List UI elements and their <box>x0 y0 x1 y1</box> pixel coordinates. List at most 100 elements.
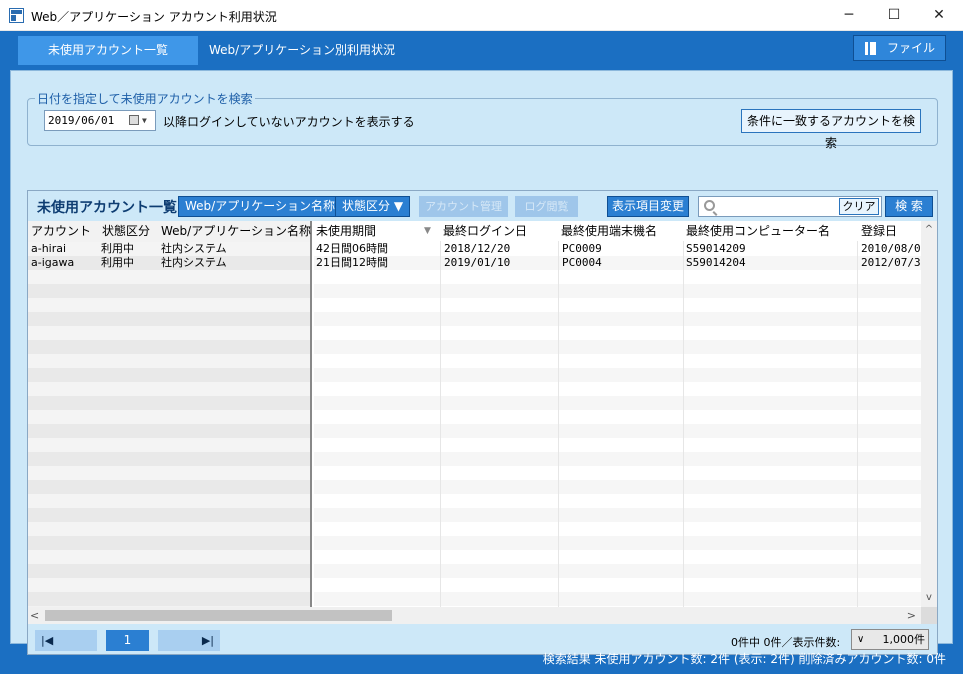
column-header-terminal[interactable]: 最終使用端末機名 <box>561 221 681 241</box>
cell-computer: S59014204 <box>686 256 746 269</box>
column-divider <box>683 241 684 607</box>
cell-unused-period: 42日間06時間 <box>316 242 388 255</box>
vertical-scrollbar[interactable]: ^ v <box>921 221 937 607</box>
table-row[interactable]: a-hirai 利用中 社内システム <box>28 242 312 256</box>
row-stripe <box>314 368 921 382</box>
webapp-filter-dropdown[interactable]: Web/アプリケーション名称 ▼ <box>178 196 356 217</box>
main-area: 未使用アカウント一覧 Web/アプリケーション別利用状況 ファイル 日付を指定し… <box>0 31 963 674</box>
search-input[interactable]: クリア <box>698 196 882 217</box>
date-value: 2019/06/01 <box>48 114 115 127</box>
scroll-corner <box>921 607 937 624</box>
row-stripe <box>28 480 310 494</box>
row-stripe <box>314 466 921 480</box>
row-stripe <box>314 382 921 396</box>
row-stripe <box>28 312 310 326</box>
clear-button[interactable]: クリア <box>839 198 879 215</box>
row-stripe <box>314 536 921 550</box>
row-stripe <box>314 480 921 494</box>
row-stripe <box>28 508 310 522</box>
row-stripe <box>28 522 310 536</box>
search-by-condition-button[interactable]: 条件に一致するアカウントを検索 <box>741 109 921 150</box>
row-stripe <box>28 270 310 284</box>
table-row[interactable]: 42日間06時間 2018/12/20 PC0009 S59014209 201… <box>314 242 921 256</box>
first-page-button[interactable]: |◀ <box>35 630 97 651</box>
row-stripe <box>28 452 310 466</box>
calendar-icon[interactable] <box>129 115 139 125</box>
scroll-up-icon[interactable]: ^ <box>921 221 937 237</box>
row-stripe <box>314 284 921 298</box>
row-stripe <box>314 340 921 354</box>
last-page-button[interactable]: ▶| <box>158 630 220 651</box>
date-picker[interactable]: 2019/06/01 ▼ <box>44 110 156 131</box>
maximize-button[interactable]: ☐ <box>874 4 914 28</box>
tab-unused-accounts[interactable]: 未使用アカウント一覧 <box>18 36 198 65</box>
column-settings-button[interactable]: 表示項目変更 <box>607 196 689 217</box>
panel-toolbar: 未使用アカウント一覧 Web/アプリケーション名称 ▼ 状態区分 ▼ アカウント… <box>28 191 937 221</box>
content-panel: 日付を指定して未使用アカウントを検索 2019/06/01 ▼ 以降ログインして… <box>10 70 953 655</box>
minimize-button[interactable]: ─ <box>829 4 869 28</box>
cell-account: a-hirai <box>31 242 67 255</box>
row-stripe <box>28 354 310 368</box>
row-stripe <box>28 368 310 382</box>
cell-computer: S59014209 <box>686 242 746 255</box>
scroll-right-icon[interactable]: > <box>904 607 916 624</box>
horizontal-scrollbar[interactable]: < > <box>28 607 921 624</box>
column-header-unused-period[interactable]: 未使用期間 ▼ <box>316 221 436 241</box>
row-stripe <box>28 298 310 312</box>
file-icon <box>865 42 876 55</box>
horizontal-scroll-thumb[interactable] <box>45 610 392 621</box>
cell-registered: 2012/07/30 <box>861 256 921 269</box>
row-stripe <box>28 424 310 438</box>
row-stripe <box>28 592 310 606</box>
row-stripe <box>314 326 921 340</box>
table-row[interactable]: 21日間12時間 2019/01/10 PC0004 S59014204 201… <box>314 256 921 270</box>
row-stripe <box>314 298 921 312</box>
search-button[interactable]: 検 索 <box>885 196 933 217</box>
row-stripe <box>314 508 921 522</box>
row-stripe <box>314 424 921 438</box>
scroll-left-icon[interactable]: < <box>30 607 42 624</box>
cell-last-login: 2019/01/10 <box>444 256 511 269</box>
row-stripe <box>28 396 310 410</box>
column-header-unused-period-label: 未使用期間 <box>316 224 377 238</box>
panel-title: 未使用アカウント一覧 <box>37 200 177 216</box>
column-header-registered[interactable]: 登録日 <box>861 221 921 241</box>
cell-app: 社内システム <box>161 242 227 255</box>
row-stripe <box>28 564 310 578</box>
cell-unused-period: 21日間12時間 <box>316 256 388 269</box>
pager-info: 0件中 0件／表示件数: <box>731 636 841 649</box>
per-page-select[interactable]: ∨ 1,000件 <box>851 629 929 650</box>
row-stripe <box>314 564 921 578</box>
column-divider <box>857 241 858 607</box>
log-view-button[interactable]: ログ閲覧 <box>515 196 578 217</box>
row-stripe <box>314 312 921 326</box>
row-stripe <box>28 410 310 424</box>
file-button[interactable]: ファイル <box>853 35 946 61</box>
cell-terminal: PC0009 <box>562 242 602 255</box>
table-row[interactable]: a-igawa 利用中 社内システム <box>28 256 312 270</box>
scroll-down-icon[interactable]: v <box>921 591 937 607</box>
cell-terminal: PC0004 <box>562 256 602 269</box>
row-stripe <box>314 354 921 368</box>
chevron-down-icon[interactable]: ▼ <box>142 111 147 130</box>
close-button[interactable]: ✕ <box>919 4 959 28</box>
column-header-status[interactable]: 状態区分 <box>102 221 158 241</box>
account-management-button[interactable]: アカウント管理 <box>419 196 508 217</box>
cell-registered: 2010/08/01 <box>861 242 921 255</box>
row-stripe <box>314 550 921 564</box>
tab-app-usage[interactable]: Web/アプリケーション別利用状況 <box>209 41 395 58</box>
app-icon <box>9 8 24 23</box>
file-button-label: ファイル <box>887 41 936 55</box>
row-stripe <box>28 578 310 592</box>
column-header-account[interactable]: アカウント <box>31 221 97 241</box>
grid-scroll-columns: 未使用期間 ▼ 最終ログイン日 最終使用端末機名 最終使用コンピューター名 登録… <box>314 221 921 607</box>
column-header-computer[interactable]: 最終使用コンピューター名 <box>686 221 854 241</box>
column-header-last-login[interactable]: 最終ログイン日 <box>443 221 555 241</box>
status-filter-dropdown[interactable]: 状態区分 ▼ <box>335 196 411 217</box>
row-stripe <box>28 382 310 396</box>
row-stripe <box>314 452 921 466</box>
row-stripe <box>314 438 921 452</box>
date-search-legend: 日付を指定して未使用アカウントを検索 <box>35 90 255 107</box>
current-page[interactable]: 1 <box>106 630 149 651</box>
column-header-app[interactable]: Web/アプリケーション名称 <box>161 221 311 241</box>
